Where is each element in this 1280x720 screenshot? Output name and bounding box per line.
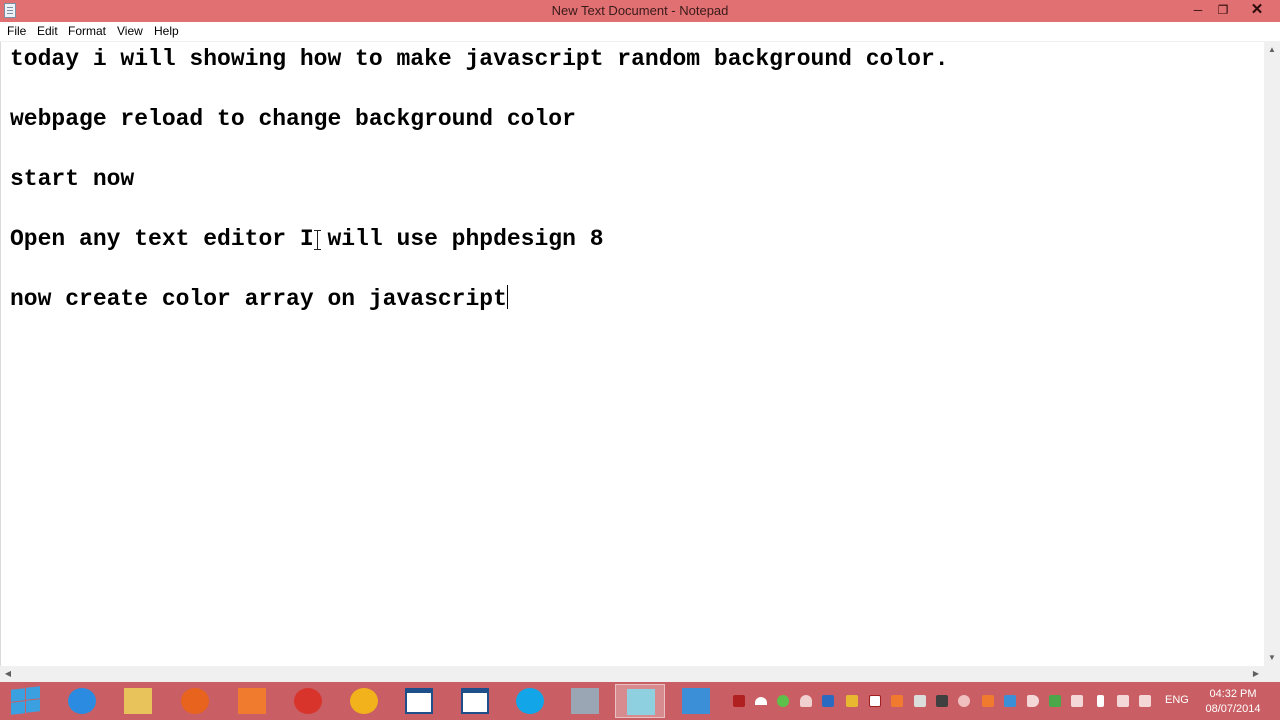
network-icon[interactable] [1117,695,1129,707]
text-line: start now [10,166,135,192]
minimize-button[interactable]: ─ [1184,0,1212,21]
ibeam-cursor-icon [314,230,321,250]
taskbar: ENG 04:32 PM 08/07/2014 [0,682,1280,720]
text-caret [506,285,508,309]
taskbar-app-button[interactable] [170,684,220,718]
text-line: webpage reload to change background colo… [10,106,576,132]
taskbar-app-button[interactable] [505,684,555,718]
horizontal-scrollbar[interactable]: ◀ ▶ [0,666,1264,682]
text-line-current: now create color array on javascript [10,285,508,313]
scroll-left-icon[interactable]: ◀ [0,666,16,682]
text-line: Open any text editor I will use phpdesig… [10,226,604,252]
window-title: New Text Document - Notepad [551,3,729,18]
grid-icon[interactable] [914,695,926,707]
lock-icon[interactable] [846,695,858,707]
menu-bar: File Edit Format View Help [0,22,1280,42]
menu-help[interactable]: Help [154,24,179,38]
taskbar-app-button[interactable] [283,684,333,718]
start-button[interactable] [9,686,41,715]
clock-date[interactable]: 08/07/2014 [1198,703,1268,715]
taskbar-app-button[interactable] [615,684,665,718]
xampp-tray-icon[interactable] [982,695,994,707]
menu-edit[interactable]: Edit [37,24,58,38]
text-editor-area[interactable]: today i will showing how to make javascr… [0,42,1264,666]
internet-explorer-icon [68,688,96,714]
file-explorer-icon [124,688,152,714]
sz-icon[interactable] [822,695,834,707]
chrome-icon [294,688,322,714]
tray-orange-icon[interactable] [891,695,903,707]
tray-app-icon[interactable] [733,695,745,707]
taskbar-app-button[interactable] [560,684,610,718]
taskbar-app-button[interactable] [227,684,277,718]
chrome-canary-icon [350,688,378,714]
language-indicator[interactable]: ENG [1165,694,1189,706]
window-icon [461,688,489,714]
windows-logo-icon [11,688,25,702]
windows-logo-icon [26,699,40,713]
scroll-up-icon[interactable]: ▲ [1264,42,1280,58]
xampp-icon [238,688,266,714]
scrollbar-corner [1264,666,1280,682]
taskbar-app-button[interactable] [394,684,444,718]
taskbar-app-button[interactable] [57,684,107,718]
vertical-scrollbar[interactable]: ▲ ▼ [1264,42,1280,666]
flag-icon[interactable] [1071,695,1083,707]
menu-format[interactable]: Format [68,24,106,38]
clock-time[interactable]: 04:32 PM [1198,688,1268,700]
text-line: today i will showing how to make javascr… [10,46,949,72]
battery-icon[interactable] [1097,695,1104,707]
taskbar-app-button[interactable] [339,684,389,718]
window-icon [405,688,433,714]
volume-icon[interactable] [1027,695,1039,707]
check-icon[interactable] [777,695,789,707]
headphones-icon[interactable] [958,695,970,707]
scroll-right-icon[interactable]: ▶ [1248,666,1264,682]
media-player-icon [571,688,599,714]
firefox-icon [181,688,209,714]
taskbar-app-button[interactable] [113,684,163,718]
taskbar-app-button[interactable] [450,684,500,718]
acrobat-icon[interactable] [869,695,881,707]
windows-logo-icon [11,701,25,715]
document-icon [682,688,710,714]
scroll-down-icon[interactable]: ▼ [1264,650,1280,666]
menu-view[interactable]: View [117,24,143,38]
v-icon[interactable] [1049,695,1061,707]
text-line-content: now create color array on javascript [10,286,507,312]
wifi-icon[interactable] [755,697,767,705]
windows-logo-icon [26,686,40,700]
keyboard-icon[interactable] [936,695,948,707]
notepad-icon [627,689,655,715]
action-center-icon[interactable] [1139,695,1151,707]
menu-file[interactable]: File [7,24,26,38]
tray-blue-icon[interactable] [1004,695,1016,707]
restore-button[interactable]: ❐ [1209,0,1237,21]
bell-icon[interactable] [800,695,812,707]
close-button[interactable]: ✕ [1235,0,1279,21]
skype-icon [516,688,544,714]
title-bar: New Text Document - Notepad ─ ❐ ✕ [0,0,1280,22]
taskbar-app-button[interactable] [671,684,721,718]
